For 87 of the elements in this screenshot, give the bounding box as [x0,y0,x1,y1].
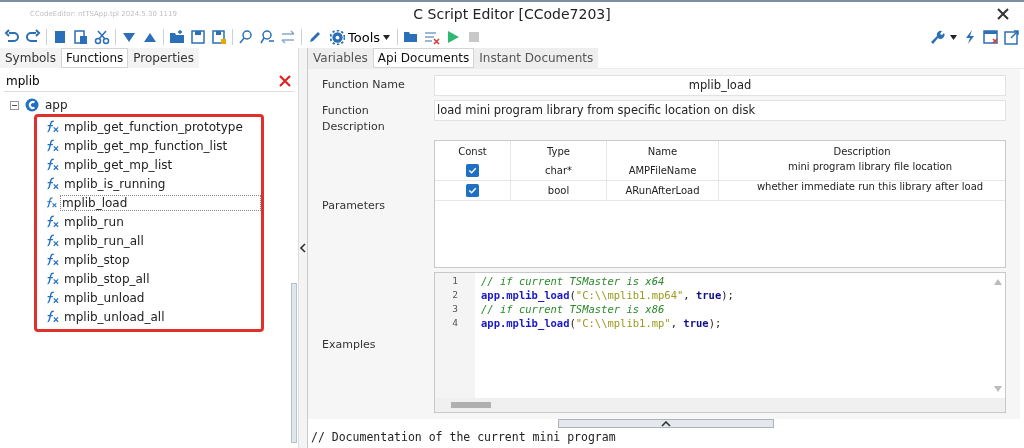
table-cell-text: whether immediate run this library after load [755,181,985,194]
column-header: Name [607,141,719,161]
export-icon[interactable] [1004,29,1020,45]
class-icon [25,98,39,112]
line-number: 3 [452,302,458,316]
open-folder-icon[interactable] [403,29,420,45]
code-line: // if current TSMaster is x64 [481,274,665,288]
close-icon [996,7,1010,21]
line-number: 4 [452,316,458,330]
tree-item[interactable]: mplib_run [62,213,126,230]
chevron-up-icon [661,420,671,427]
tree-item[interactable]: mplib_stop [62,251,132,268]
tree-item[interactable]: app [45,98,68,112]
splitter-handle[interactable] [558,419,774,428]
panel-tab[interactable]: Functions [60,48,129,68]
table-cell: ARunAfterLoad [607,181,719,200]
table-cell: char* [511,161,607,180]
function-icon [45,196,58,209]
line-number: 2 [452,288,458,302]
code-line: // if current TSMaster is x86 [481,302,665,316]
tree-item[interactable]: mplib_run_all [62,232,146,249]
tree-item[interactable]: mplib_unload_all [62,308,167,325]
scrollbar-thumb[interactable] [451,402,491,408]
cut-icon[interactable] [94,29,110,45]
tree-item[interactable]: mplib_get_mp_list [62,156,175,173]
function-icon [45,177,59,190]
undo-icon[interactable] [4,29,20,45]
panel-tab[interactable]: Variables [308,48,373,68]
column-header: Description [832,144,892,159]
function-icon [45,120,59,133]
column-header: Const [435,141,511,161]
pencil-icon[interactable] [307,29,323,45]
panel-tab[interactable]: Symbols [0,48,61,68]
panel-tab[interactable]: Api Documents [372,48,475,68]
checkbox[interactable] [466,184,479,197]
description-field[interactable]: load mini program library from specific location on disk [434,100,1006,121]
caret-icon[interactable] [950,34,957,40]
clear-button[interactable] [276,75,294,87]
field-label: Function Description [322,103,386,135]
search-icon[interactable] [238,29,254,45]
gear-icon [330,29,345,45]
line-number: 1 [452,274,458,288]
collapse-icon[interactable] [10,100,19,110]
function-icon [45,253,59,266]
window-title: C Script Editor [CCode7203] [413,6,611,22]
tools-menu-button[interactable]: Tools [328,29,393,45]
function-icon [45,272,59,285]
window-close-icon[interactable] [983,29,999,45]
table-cell: AMPFileName [607,161,719,180]
field-label: Parameters [322,198,386,212]
caret-icon [383,34,391,40]
paste-icon[interactable] [73,29,89,45]
checkbox[interactable] [466,164,479,177]
function-name-field[interactable]: mplib_load [434,75,1006,96]
copy-icon[interactable] [52,29,68,45]
table-cell-text: mini program library file location [786,161,954,174]
redo-icon[interactable] [25,29,41,45]
column-header: Type [511,141,607,161]
function-icon [45,291,59,304]
panel-tab[interactable]: Instant Documents [474,48,599,68]
scrollbar[interactable] [291,283,297,443]
code-line: app.mplib_load("C:\\mplib1.mp", true); [481,316,722,330]
tree-item[interactable]: mplib_get_function_prototype [62,118,245,135]
folder-icon[interactable] [169,29,185,45]
function-icon [45,234,59,247]
function-icon [45,158,59,171]
save-all-icon[interactable] [211,29,227,45]
panel-tab[interactable]: Properties [128,48,199,68]
tree-item[interactable]: mplib_stop_all [62,270,152,287]
field-label: Function Name [322,77,406,93]
save-icon[interactable] [190,29,206,45]
code-editor[interactable]: 1 2 3 4 // if current TSMaster is x64 app.mplib_load("C:\\mplib1.mp64", true); // if current TSMaster is x86 app.mplib_load("C:\\mplib1.mp", true); [434,272,1006,413]
tree-item[interactable]: mplib_get_mp_function_list [62,137,230,154]
close-icon [279,75,291,87]
tree-item[interactable]: mplib_unload [62,289,147,306]
tree-item[interactable]: mplib_load [60,194,261,211]
function-icon [45,310,59,323]
function-icon [45,139,59,152]
tree-item[interactable]: mplib_is_running [62,175,168,192]
list-delete-icon[interactable] [424,29,441,45]
function-icon [45,215,59,228]
wrench-icon[interactable] [929,29,945,45]
table-cell: bool [511,181,607,200]
code-line: app.mplib_load("C:\\mplib1.mp64", true); [481,288,734,302]
code-line: // Documentation of the current mini program [310,429,616,446]
collapse-left-icon[interactable] [300,243,306,253]
field-label: Examples [322,336,377,351]
